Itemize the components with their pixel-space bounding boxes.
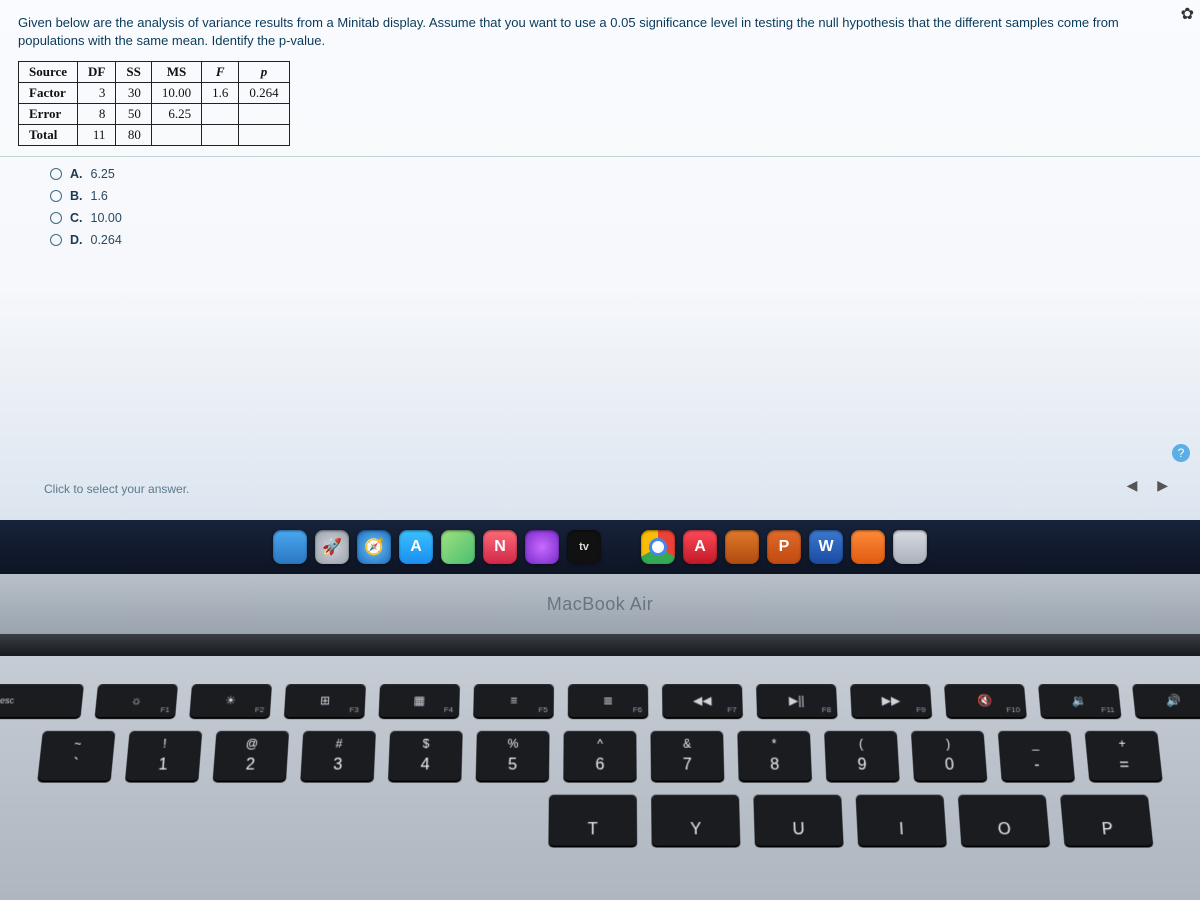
col-f: F — [202, 62, 239, 83]
finder-icon[interactable] — [273, 530, 307, 564]
key-3: #3 — [300, 731, 376, 781]
radio-icon[interactable] — [50, 168, 62, 180]
anova-row-error: Error 8 50 6.25 — [19, 104, 290, 125]
trash-icon[interactable] — [893, 530, 927, 564]
apple-tv-icon[interactable]: tv — [567, 530, 601, 564]
laptop-model-label: MacBook Air — [547, 594, 654, 615]
podcasts-icon[interactable] — [525, 530, 559, 564]
key-o: O — [958, 795, 1050, 846]
col-df: DF — [78, 62, 116, 83]
chrome-icon[interactable] — [641, 530, 675, 564]
col-ss: SS — [116, 62, 151, 83]
anova-row-total: Total 11 80 — [19, 125, 290, 146]
divider — [0, 156, 1200, 157]
key-5: %5 — [476, 731, 550, 781]
anova-row-factor: Factor 3 30 10.00 1.6 0.264 — [19, 83, 290, 104]
radio-icon[interactable] — [50, 190, 62, 202]
question-text: Given below are the analysis of variance… — [18, 14, 1182, 49]
key-8: *8 — [737, 731, 812, 781]
key-t: T — [548, 795, 637, 846]
key-p: P — [1060, 795, 1153, 846]
col-ms: MS — [151, 62, 201, 83]
key-1: !1 — [125, 731, 202, 781]
key-f9: ▶▶F9 — [850, 684, 932, 717]
macos-dock: 🚀 🧭 A N tv A P W — [0, 520, 1200, 574]
quiz-window: ✿ Given below are the analysis of varian… — [0, 0, 1200, 574]
app-store-icon[interactable]: A — [399, 530, 433, 564]
key-2: @2 — [213, 731, 289, 781]
select-answer-hint: Click to select your answer. — [44, 482, 189, 496]
key-f1: ☼F1 — [95, 684, 178, 717]
radio-icon[interactable] — [50, 234, 62, 246]
choice-b[interactable]: B. 1.6 — [50, 189, 1182, 203]
nav-arrows[interactable]: ◀ ▶ — [1127, 477, 1176, 494]
keyboard-letter-row: T Y U I O P — [16, 795, 1185, 846]
news-icon[interactable]: N — [483, 530, 517, 564]
key-f10: 🔇F10 — [944, 684, 1027, 717]
key-9: (9 — [824, 731, 900, 781]
key-esc: esc — [0, 684, 84, 717]
safari-icon[interactable]: 🧭 — [357, 530, 391, 564]
col-p: p — [239, 62, 289, 83]
acrobat-icon[interactable]: A — [683, 530, 717, 564]
gear-icon[interactable]: ✿ — [1181, 4, 1194, 24]
answer-choices: A. 6.25 B. 1.6 C. 10.00 D. 0.264 — [18, 167, 1182, 247]
help-icon[interactable]: ? — [1172, 444, 1190, 462]
key-u: U — [753, 795, 843, 846]
key-i: I — [856, 795, 947, 846]
choice-c[interactable]: C. 10.00 — [50, 211, 1182, 225]
keyboard: esc ☼F1 ☀F2 ⊞F3 ▦F4 ≡F5 ≣F6 ◀◀F7 ▶||F8 ▶… — [0, 656, 1200, 900]
key-y: Y — [651, 795, 740, 846]
key-f3: ⊞F3 — [284, 684, 366, 717]
key-f6: ≣F6 — [568, 684, 649, 717]
key-7: &7 — [650, 731, 724, 781]
key-6: ^6 — [563, 731, 636, 781]
key-f8: ▶||F8 — [756, 684, 838, 717]
key-f5: ≡F5 — [473, 684, 554, 717]
anova-table: Source DF SS MS F p Factor 3 30 10.00 1.… — [18, 61, 290, 146]
key-f12: 🔊 — [1132, 684, 1200, 717]
key-0: )0 — [911, 731, 987, 781]
key-4: $4 — [388, 731, 463, 781]
keyboard-fn-row: esc ☼F1 ☀F2 ⊞F3 ▦F4 ≡F5 ≣F6 ◀◀F7 ▶||F8 ▶… — [30, 684, 1169, 717]
laptop-bezel: MacBook Air — [0, 574, 1200, 634]
key-f2: ☀F2 — [189, 684, 272, 717]
launchpad-icon[interactable]: 🚀 — [315, 530, 349, 564]
key-tilde: ~` — [37, 731, 115, 781]
laptop-hinge — [0, 634, 1200, 656]
col-source: Source — [19, 62, 78, 83]
key-dash: _- — [998, 731, 1075, 781]
key-f11: 🔉F11 — [1038, 684, 1121, 717]
choice-d[interactable]: D. 0.264 — [50, 233, 1182, 247]
powerpoint-icon[interactable]: P — [767, 530, 801, 564]
maps-icon[interactable] — [441, 530, 475, 564]
key-equal: += — [1084, 731, 1162, 781]
key-f4: ▦F4 — [379, 684, 460, 717]
radio-icon[interactable] — [50, 212, 62, 224]
word-icon[interactable]: W — [809, 530, 843, 564]
books-icon[interactable] — [851, 530, 885, 564]
keyboard-number-row: ~` !1 @2 #3 $4 %5 ^6 &7 *8 (9 )0 _- += — [23, 731, 1177, 781]
choice-a[interactable]: A. 6.25 — [50, 167, 1182, 181]
key-f7: ◀◀F7 — [662, 684, 743, 717]
garageband-icon[interactable] — [725, 530, 759, 564]
